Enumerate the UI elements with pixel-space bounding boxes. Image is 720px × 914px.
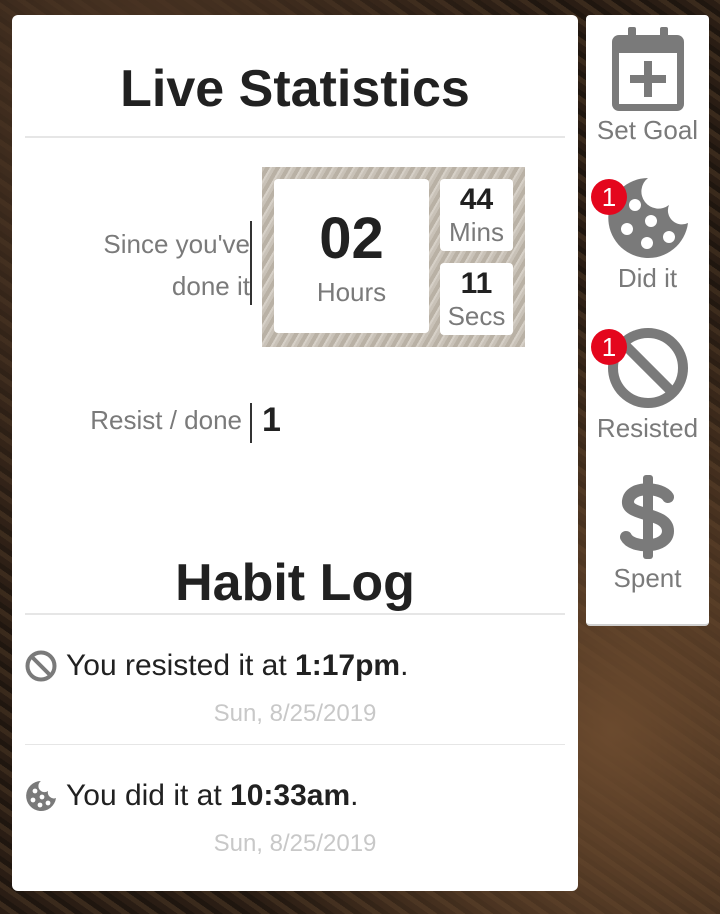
divider — [25, 744, 565, 745]
log-entry-date: Sun, 8/25/2019 — [213, 830, 377, 857]
log-entry-prefix: You resisted it at — [66, 649, 296, 682]
secs-box: 11 Secs — [440, 263, 513, 335]
secs-value: 11 — [460, 267, 493, 300]
log-entry-suffix: . — [350, 779, 359, 812]
log-entry-time: 10:33am — [230, 779, 351, 812]
divider — [25, 136, 565, 138]
action-sidebar: Set Goal Did it 1 Resisted 1 Spent — [586, 15, 709, 626]
cookie-icon — [26, 781, 56, 811]
hours-box: 02 Hours — [274, 179, 429, 333]
divider — [25, 613, 565, 615]
did-it-label: Did it — [617, 263, 678, 293]
secs-label: Secs — [447, 301, 506, 331]
divider-bar — [250, 403, 252, 443]
divider-bar — [250, 221, 252, 305]
log-entry-date: Sun, 8/25/2019 — [213, 700, 377, 727]
since-label-line1: Since you've — [103, 229, 250, 259]
log-entry-prefix: You did it at — [66, 779, 231, 812]
did-it-count-badge: 1 — [591, 179, 627, 215]
spent-button[interactable]: Spent — [586, 473, 709, 594]
set-goal-button[interactable]: Set Goal — [586, 25, 709, 146]
set-goal-label: Set Goal — [596, 115, 699, 145]
ban-icon — [25, 650, 57, 682]
since-label-line2: done it — [171, 271, 250, 301]
statistics-card: Live Statistics Since you've done it 02 … — [12, 15, 578, 891]
log-entry-suffix: . — [400, 649, 409, 682]
log-entry-time: 1:17pm — [295, 649, 401, 682]
log-entry-text: You resisted it at 1:17pm. — [66, 649, 408, 683]
hours-label: Hours — [316, 277, 387, 307]
mins-box: 44 Mins — [440, 179, 513, 251]
mins-value: 44 — [459, 183, 494, 216]
resist-done-value: 1 — [262, 401, 281, 439]
hours-value: 02 — [319, 206, 384, 271]
since-label: Since you've done it — [50, 223, 250, 307]
calendar-plus-icon — [611, 27, 684, 111]
habit-log-title: Habit Log — [175, 554, 415, 612]
resisted-count-badge: 1 — [591, 329, 627, 365]
log-entry-text: You did it at 10:33am. — [66, 779, 358, 813]
spent-label: Spent — [613, 563, 682, 593]
live-statistics-title: Live Statistics — [120, 60, 470, 118]
dollar-icon — [619, 475, 674, 559]
resisted-button[interactable]: Resisted 1 — [586, 325, 709, 444]
mins-label: Mins — [449, 217, 504, 247]
resist-done-label: Resist / done — [90, 405, 242, 435]
resisted-label: Resisted — [596, 413, 699, 443]
elapsed-timer: 02 Hours 44 Mins 11 Secs — [262, 167, 525, 347]
did-it-button[interactable]: Did it 1 — [586, 175, 709, 294]
